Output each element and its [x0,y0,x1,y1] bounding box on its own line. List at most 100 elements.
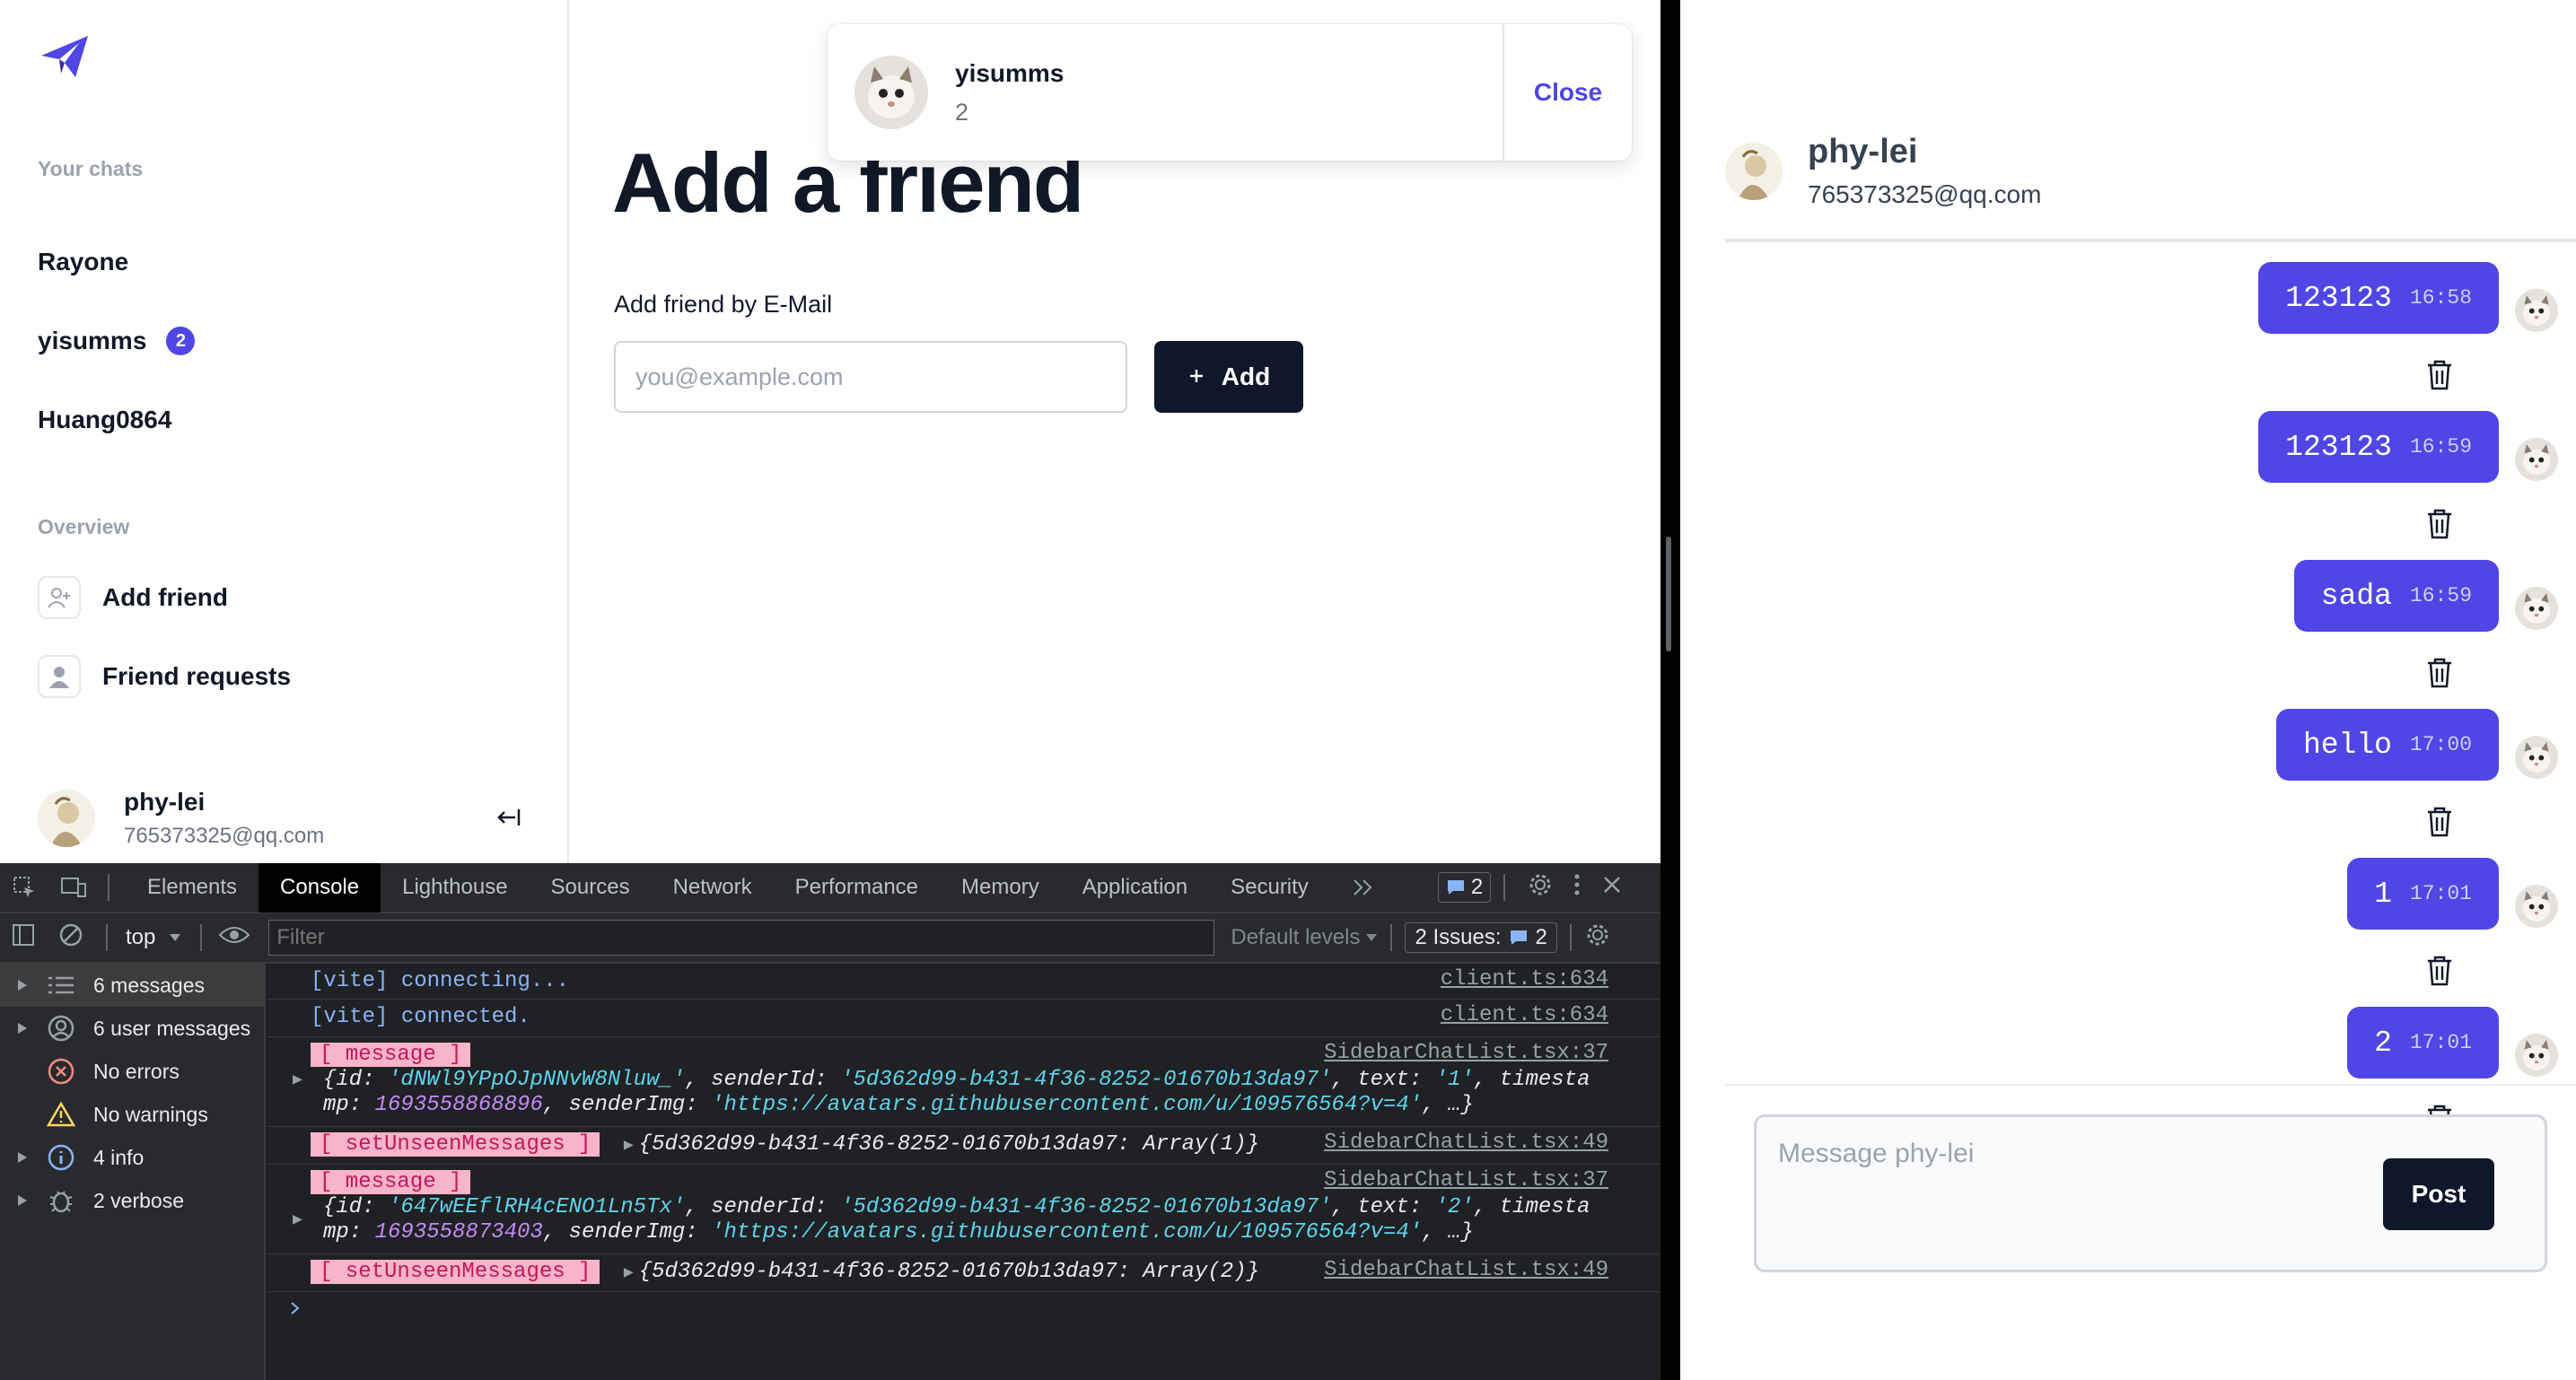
default-levels-dropdown[interactable]: Default levels [1231,925,1378,950]
tab-security[interactable]: Security [1209,863,1330,913]
chat-message: 1 17:01 [2347,858,2558,930]
chat-message: sada 16:59 [2293,560,2558,632]
delete-message-trash-icon[interactable] [2425,508,2454,540]
message-time: 17:01 [2409,1031,2472,1054]
issues-counter-button[interactable]: 2 [1437,872,1492,903]
console-sidebar-label: No warnings [93,1102,208,1126]
console-sidebar-info[interactable]: 4 info [0,1136,264,1179]
log-source-link[interactable]: SidebarChatList.tsx:37 [1324,1041,1608,1066]
close-devtools-icon[interactable] [1591,875,1633,901]
avatar [2515,289,2558,332]
console-sidebar-verbose[interactable]: 2 verbose [0,1179,264,1222]
add-button-label: Add [1221,362,1271,390]
live-expression-eye-icon[interactable] [213,924,256,952]
message-time: 16:59 [2409,435,2472,459]
tab-sources[interactable]: Sources [530,863,652,913]
log-key: , senderId: [685,1068,841,1092]
console-sidebar-warnings[interactable]: No warnings [0,1093,264,1136]
nav-add-friend[interactable]: Add friend [38,576,228,619]
add-friend-button[interactable]: Add [1154,341,1303,413]
log-source-link[interactable]: client.ts:634 [1441,1003,1608,1027]
kebab-menu-icon[interactable] [1563,873,1591,903]
tab-lighthouse[interactable]: Lighthouse [381,863,529,913]
message-text: 1 [2374,877,2392,911]
post-button[interactable]: Post [2383,1158,2494,1230]
console-sidebar-errors[interactable]: No errors [0,1050,264,1093]
message-bubble: 1 17:01 [2347,858,2499,930]
error-icon [48,1058,74,1085]
console-sidebar-label: No errors [93,1059,180,1083]
message-text: 2 [2374,1026,2392,1060]
log-source-link[interactable]: client.ts:634 [1441,967,1608,991]
toolbar-divider [106,924,108,951]
message-text: 123123 [2285,430,2392,464]
toast-close-button[interactable]: Close [1503,24,1632,161]
chat-window: phy-lei 765373325@qq.com 123123 16:58 1231… [1680,0,2576,1380]
log-object[interactable]: {5d362d99-b431-4f36-8252-01670b13da97: A… [639,1260,1259,1284]
console-sidebar-messages[interactable]: 6 messages [0,964,264,1007]
message-icon [1447,880,1464,895]
log-object[interactable]: {5d362d99-b431-4f36-8252-01670b13da97: A… [639,1132,1259,1157]
console-settings-gear-icon[interactable] [1584,921,1611,955]
console-prompt[interactable] [267,1292,1660,1328]
message-icon [1510,930,1527,945]
paper-plane-logo-icon[interactable] [39,34,90,79]
delete-message-trash-icon[interactable] [2425,657,2454,689]
device-toolbar-icon[interactable] [48,875,99,900]
context-selector[interactable]: top [118,925,189,950]
log-source-link[interactable]: SidebarChatList.tsx:49 [1324,1258,1608,1282]
console-filter-input[interactable] [268,920,1215,956]
console-sidebar-user-messages[interactable]: 6 user messages [0,1007,264,1050]
sidebar-toggle-icon[interactable] [0,922,47,954]
nav-friend-requests[interactable]: Friend requests [38,655,291,698]
chat-item-huang0864[interactable]: Huang0864 [38,406,171,434]
log-object[interactable]: ▶ {id: 'dNWl9YPpOJpNNvW8Nluw_', senderId… [293,1068,1660,1118]
sign-out-icon[interactable] [495,804,522,838]
issues-button[interactable]: 2 Issues: 2 [1405,922,1557,953]
log-object[interactable]: ▶ {id: '647wEEflRH4cENO1Ln5Tx', senderId… [293,1195,1660,1245]
tab-application[interactable]: Application [1061,863,1209,913]
tab-elements[interactable]: Elements [126,863,258,913]
nav-friend-requests-label: Friend requests [102,662,292,690]
tab-performance[interactable]: Performance [774,863,940,913]
log-value: 1693558873403 [374,1220,543,1245]
log-tag: [ message ] [311,1043,471,1067]
delete-message-trash-icon[interactable] [2425,359,2454,391]
bug-icon [49,1191,73,1213]
console-log-row: [vite] connecting... client.ts:634 [267,964,1660,1000]
nav-add-friend-label: Add friend [102,583,228,611]
avatar [1725,142,1783,200]
toast-body[interactable]: yisumms 2 [828,24,1503,161]
settings-gear-icon[interactable] [1518,871,1563,904]
window-split-divider[interactable] [1660,0,1680,1380]
new-message-toast[interactable]: yisumms 2 Close [828,24,1632,161]
toolbar-divider [1569,924,1572,951]
tab-memory[interactable]: Memory [940,863,1061,913]
console-log-row: [ setUnseenMessages ] ▶ {5d362d99-b431-4f… [267,1127,1660,1165]
inspect-element-icon[interactable] [0,875,48,900]
log-value: '2' [1434,1195,1474,1219]
email-field[interactable] [614,341,1127,413]
console-log-row: [ setUnseenMessages ] ▶ {5d362d99-b431-4f… [267,1254,1660,1292]
context-value: top [126,925,156,949]
chat-item-label: Rayone [38,248,129,275]
tab-network[interactable]: Network [652,863,774,913]
delete-message-trash-icon[interactable] [2425,955,2454,987]
overview-label: Overview [38,515,130,538]
your-chats-label: Your chats [38,157,144,180]
delete-message-trash-icon[interactable] [2425,806,2454,838]
expand-triangle-icon[interactable]: ▶ [624,1137,634,1155]
chat-item-yisumms[interactable]: yisumms 2 [38,327,196,355]
log-source-link[interactable]: SidebarChatList.tsx:37 [1324,1168,1608,1193]
log-tag: [ message ] [311,1170,471,1194]
log-value: 1693558868896 [374,1093,543,1117]
chat-item-rayone[interactable]: Rayone [38,248,128,276]
more-tabs-chevron-icon[interactable] [1330,863,1397,913]
log-source-link[interactable]: SidebarChatList.tsx:49 [1324,1131,1608,1155]
clear-console-icon[interactable] [47,921,95,955]
log-tag: [ setUnseenMessages ] [311,1260,600,1284]
resize-handle[interactable] [1666,537,1671,651]
message-input[interactable] [1757,1117,2385,1270]
expand-triangle-icon[interactable]: ▶ [624,1264,634,1282]
tab-console[interactable]: Console [258,863,381,913]
